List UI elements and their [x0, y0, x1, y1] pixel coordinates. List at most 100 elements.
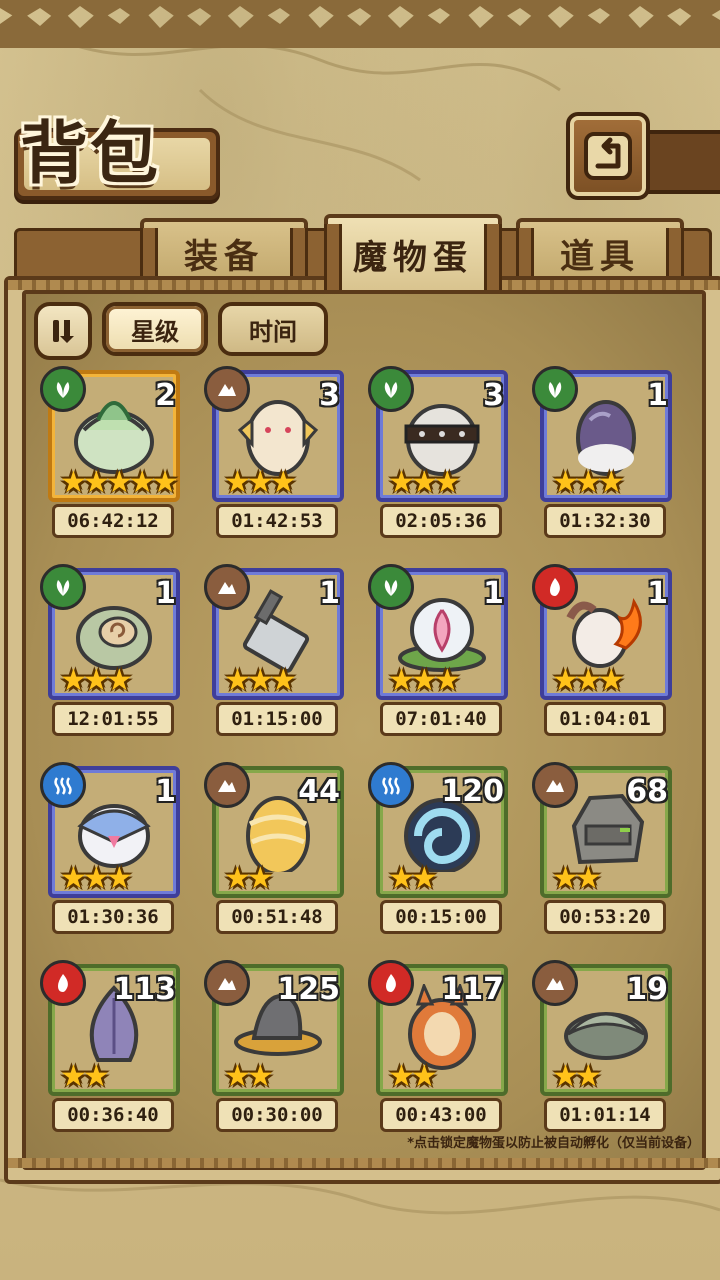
star-icon: ★: [246, 1059, 274, 1094]
earth-element-icon: [532, 762, 578, 808]
egg-slot[interactable]: 117 ★ ★ 00:43:00: [368, 960, 508, 1132]
egg-cleaver-icon: [242, 589, 310, 673]
hatch-timer: 01:15:00: [216, 702, 338, 736]
hatch-timer: 00:36:40: [52, 1098, 174, 1132]
return-arrow-icon: [584, 132, 632, 180]
star-icon: ★: [597, 663, 625, 698]
egg-sailor-icon: [77, 804, 151, 868]
egg-count: 1: [319, 576, 340, 611]
star-rating: ★ ★ ★: [388, 666, 461, 698]
hatch-timer: 12:01:55: [52, 702, 174, 736]
star-rating: ★ ★ ★ ★ ★: [60, 468, 179, 500]
egg-count: 125: [277, 972, 340, 1007]
star-icon: ★: [151, 465, 179, 500]
star-rating: ★ ★: [552, 1062, 602, 1094]
egg-slot[interactable]: 3 ★ ★ ★ 02:05:36: [368, 366, 508, 538]
egg-slot[interactable]: 1 ★ ★ ★ 01:30:36: [40, 762, 180, 934]
star-icon: ★: [246, 861, 274, 896]
rope-bottom: [8, 1158, 720, 1168]
egg-slot[interactable]: 19 ★ ★ 01:01:14: [532, 960, 672, 1132]
earth-element-icon: [204, 564, 250, 610]
egg-slot[interactable]: 1 ★ ★ ★ 01:04:01: [532, 564, 672, 736]
star-icon: ★: [105, 861, 133, 896]
star-icon: ★: [269, 465, 297, 500]
fire-element-icon: [532, 564, 578, 610]
grass-element-icon: [532, 366, 578, 412]
filter-star-button[interactable]: 星级: [102, 302, 208, 356]
egg-pod-icon: [76, 606, 152, 670]
hatch-timer: 00:53:20: [544, 900, 666, 934]
grass-element-icon: [368, 366, 414, 412]
footer-tip: *点击锁定魔物蛋以防止被自动孵化（仅当前设备）: [407, 1136, 700, 1151]
egg-fluffy-icon: [237, 400, 319, 476]
egg-purple-icon: [576, 400, 636, 476]
hatch-timer: 00:30:00: [216, 1098, 338, 1132]
hatch-timer: 00:43:00: [380, 1098, 502, 1132]
egg-slot[interactable]: 2 ★ ★ ★ ★ ★ 06:42:12: [40, 366, 180, 538]
hatch-timer: 06:42:12: [52, 504, 174, 538]
star-rating: ★ ★: [224, 1062, 274, 1094]
star-rating: ★ ★ ★: [60, 864, 133, 896]
egg-slot[interactable]: 1 ★ ★ ★ 01:15:00: [204, 564, 344, 736]
egg-slot[interactable]: 125 ★ ★ 00:30:00: [204, 960, 344, 1132]
tab-items-label: 道具: [560, 236, 640, 277]
star-rating: ★ ★ ★: [388, 468, 461, 500]
earth-element-icon: [204, 960, 250, 1006]
egg-slot[interactable]: 68 ★ ★ 00:53:20: [532, 762, 672, 934]
egg-count: 3: [483, 378, 504, 413]
egg-slot[interactable]: 1 ★ ★ ★ 12:01:55: [40, 564, 180, 736]
star-icon: ★: [433, 465, 461, 500]
grass-element-icon: [40, 564, 86, 610]
star-icon: ★: [410, 1059, 438, 1094]
earth-element-icon: [532, 960, 578, 1006]
earth-element-icon: [204, 366, 250, 412]
page-title: 背包: [20, 115, 161, 194]
hatch-timer: 00:15:00: [380, 900, 502, 934]
back-plate: [640, 130, 720, 194]
egg-count: 1: [155, 576, 176, 611]
earth-element-icon: [204, 762, 250, 808]
egg-slot[interactable]: 113 ★ ★ 00:36:40: [40, 960, 180, 1132]
tab-equipment[interactable]: 装备: [140, 218, 308, 284]
hatch-timer: 07:01:40: [380, 702, 502, 736]
fire-element-icon: [368, 960, 414, 1006]
star-icon: ★: [574, 1059, 602, 1094]
water-element-icon: [40, 762, 86, 808]
hatch-timer: 02:05:36: [380, 504, 502, 538]
egg-count: 113: [113, 972, 176, 1007]
star-rating: ★ ★ ★: [224, 666, 297, 698]
egg-slot[interactable]: 44 ★ ★ 00:51:48: [204, 762, 344, 934]
egg-count: 3: [319, 378, 340, 413]
sort-toggle-button[interactable]: [34, 302, 92, 360]
egg-slot[interactable]: 1 ★ ★ ★ 07:01:40: [368, 564, 508, 736]
star-icon: ★: [433, 663, 461, 698]
egg-count: 2: [155, 378, 176, 413]
hatch-timer: 01:04:01: [544, 702, 666, 736]
egg-count: 117: [441, 972, 504, 1007]
egg-slot[interactable]: 1 ★ ★ ★ 01:32:30: [532, 366, 672, 538]
egg-count: 68: [626, 774, 668, 809]
fire-element-icon: [40, 960, 86, 1006]
tab-equipment-label: 装备: [184, 236, 264, 277]
filter-star-label: 星级: [131, 317, 179, 346]
hatch-timer: 01:42:53: [216, 504, 338, 538]
star-rating: ★ ★ ★: [552, 468, 625, 500]
hatch-timer: 00:51:48: [216, 900, 338, 934]
star-icon: ★: [574, 861, 602, 896]
egg-slot[interactable]: 120 ★ ★ 00:15:00: [368, 762, 508, 934]
egg-count: 1: [155, 774, 176, 809]
egg-slot[interactable]: 3 ★ ★ ★ 01:42:53: [204, 366, 344, 538]
egg-count: 19: [626, 972, 668, 1007]
egg-cabbage-icon: [74, 401, 154, 474]
hatch-timer: 01:32:30: [544, 504, 666, 538]
star-rating: ★ ★: [388, 1062, 438, 1094]
filter-time-button[interactable]: 时间: [218, 302, 328, 356]
pause-sort-icon: [53, 320, 74, 343]
grass-element-icon: [368, 564, 414, 610]
star-rating: ★ ★: [224, 864, 274, 896]
back-button[interactable]: [566, 112, 650, 200]
tab-monster-eggs[interactable]: 魔物蛋: [324, 214, 502, 290]
hatch-timer: 01:01:14: [544, 1098, 666, 1132]
tab-items[interactable]: 道具: [516, 218, 684, 284]
star-icon: ★: [410, 861, 438, 896]
